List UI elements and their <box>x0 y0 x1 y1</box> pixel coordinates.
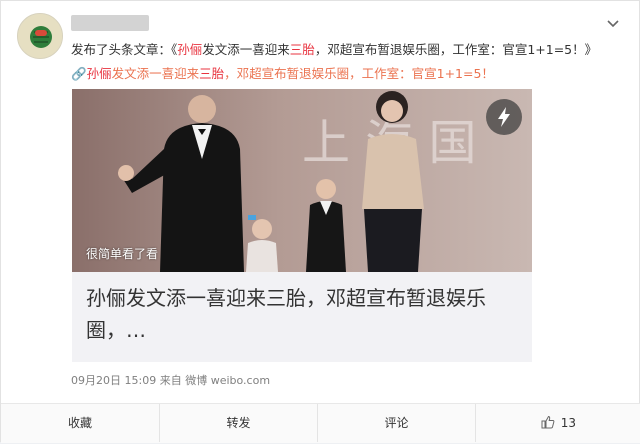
article-photo[interactable]: 上 海 国 很 <box>72 89 532 272</box>
post-title-highlight-1: 孙俪 <box>177 42 203 57</box>
link-highlight-2: 三胎 <box>199 66 225 81</box>
comment-button[interactable]: 评论 <box>317 404 475 442</box>
post-time[interactable]: 09月20日 15:09 <box>71 374 156 387</box>
like-button[interactable]: 13 <box>475 404 640 442</box>
post-source[interactable]: 微博 weibo.com <box>185 374 270 387</box>
action-bar: 收藏 转发 评论 13 <box>1 403 640 443</box>
photo-watermark: 很简单看了看 <box>86 247 159 261</box>
username-blurred[interactable] <box>71 15 149 31</box>
article-card[interactable]: 上 海 国 很 <box>72 89 532 362</box>
thumbs-up-icon <box>541 406 555 444</box>
repost-label: 转发 <box>226 416 251 430</box>
weibo-post-card: 发布了头条文章：《孙俪发文添一喜迎来三胎，邓超宣布暂退娱乐圈，工作室：官宣1+1… <box>0 0 640 443</box>
post-meta: 09月20日 15:09 来自 微博 weibo.com <box>71 372 270 388</box>
from-label: 来自 <box>159 374 182 387</box>
post-action-text: 发布了头条文章：《 <box>71 42 178 57</box>
post-title-highlight-2: 三胎 <box>289 42 315 57</box>
favorite-button[interactable]: 收藏 <box>1 404 159 442</box>
lightning-icon[interactable] <box>486 99 522 135</box>
article-link[interactable]: 🔗孙俪发文添一喜迎来三胎，邓超宣布暂退娱乐圈，工作室：官宣1+1=5！ <box>71 66 494 81</box>
post-title-part-4: ，邓超宣布暂退娱乐圈，工作室：官宣1+1=5！》 <box>314 42 598 57</box>
avatar[interactable] <box>17 13 63 59</box>
comment-label: 评论 <box>384 416 409 430</box>
link-icon: 🔗 <box>71 66 87 81</box>
post-title-part-2: 发文添一喜迎来 <box>202 42 290 57</box>
like-count: 13 <box>560 416 577 430</box>
repost-button[interactable]: 转发 <box>159 404 317 442</box>
article-headline[interactable]: 孙俪发文添一喜迎来三胎，邓超宣布暂退娱乐圈，… <box>86 282 516 346</box>
link-highlight-1: 孙俪 <box>86 66 112 81</box>
post-text: 发布了头条文章：《孙俪发文添一喜迎来三胎，邓超宣布暂退娱乐圈，工作室：官宣1+1… <box>71 38 601 86</box>
link-part-4: ，邓超宣布暂退娱乐圈，工作室：官宣1+1=5！ <box>224 66 494 81</box>
favorite-label: 收藏 <box>67 416 92 430</box>
link-part-2: 发文添一喜迎来 <box>111 66 200 81</box>
chevron-down-icon[interactable] <box>605 15 621 31</box>
